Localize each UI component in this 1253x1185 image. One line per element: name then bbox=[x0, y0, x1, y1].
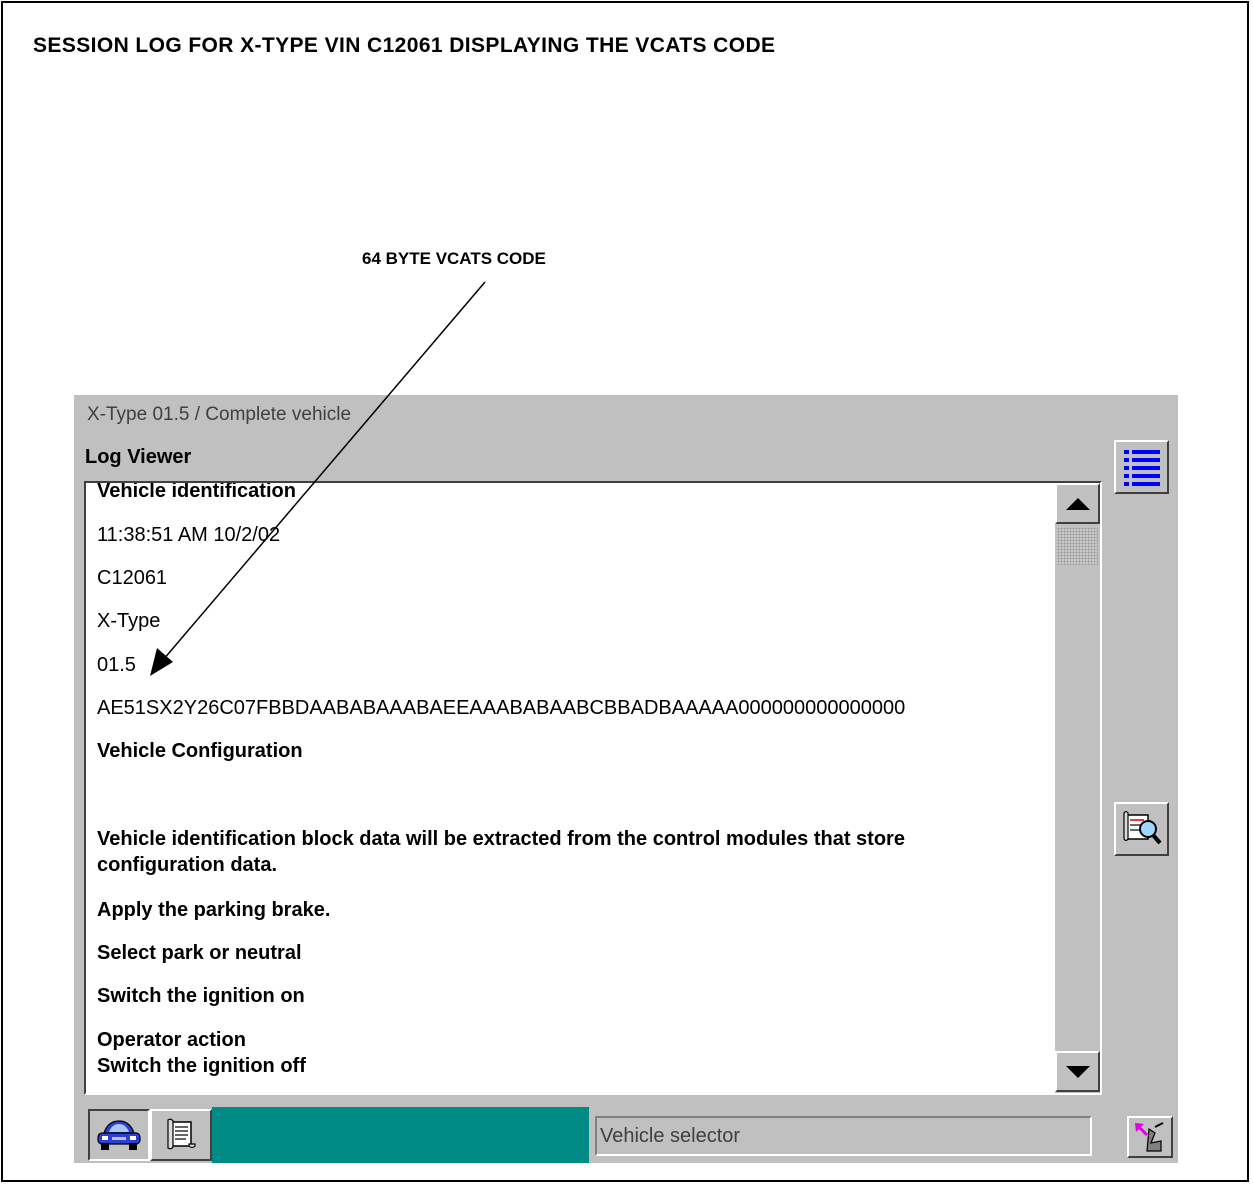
log-line: Select park or neutral bbox=[97, 942, 302, 964]
log-line: Operator action bbox=[97, 1029, 246, 1051]
list-view-button[interactable] bbox=[1114, 440, 1169, 494]
scroll-down-button[interactable] bbox=[1055, 1051, 1100, 1092]
list-icon bbox=[1121, 447, 1162, 487]
vertical-scrollbar[interactable] bbox=[1055, 483, 1100, 1093]
log-line: Switch the ignition off bbox=[97, 1055, 306, 1077]
panel-title: Log Viewer bbox=[85, 446, 192, 468]
log-line: 11:38:51 AM 10/2/02 bbox=[97, 524, 281, 546]
log-line: Vehicle identification bbox=[97, 481, 296, 502]
vcats-code: AE51SX2Y26C07FBBDAABABAAABAEEAAABABAABCB… bbox=[97, 697, 906, 719]
vehicle-tab[interactable] bbox=[88, 1109, 150, 1161]
arrow-up-icon bbox=[1065, 497, 1090, 510]
log-line: C12061 bbox=[97, 567, 168, 589]
log-line: Vehicle Configuration bbox=[97, 740, 303, 762]
document-title: SESSION LOG FOR X-TYPE VIN C12061 DISPLA… bbox=[33, 34, 776, 57]
log-line: Switch the ignition on bbox=[97, 985, 305, 1007]
taskbar-teal-area bbox=[212, 1107, 589, 1163]
log-line: 01.5 bbox=[97, 654, 136, 676]
log-viewer[interactable]: Vehicle identification 11:38:51 AM 10/2/… bbox=[84, 481, 1102, 1095]
diagnostic-app-window: X-Type 01.5 / Complete vehicle Log Viewe… bbox=[74, 395, 1178, 1163]
scroll-thumb[interactable] bbox=[1057, 527, 1098, 565]
log-line: X-Type bbox=[97, 610, 161, 632]
tool-button[interactable] bbox=[1127, 1116, 1173, 1158]
session-log-tab[interactable] bbox=[150, 1109, 212, 1161]
arrow-down-icon bbox=[1065, 1065, 1090, 1078]
tool-icon bbox=[1135, 1122, 1164, 1152]
log-line: Apply the parking brake. bbox=[97, 899, 331, 921]
log-search-icon bbox=[1122, 810, 1162, 845]
callout-label: 64 BYTE VCATS CODE bbox=[362, 249, 546, 268]
bottom-taskbar: Vehicle selector bbox=[74, 1107, 1178, 1163]
scroll-up-button[interactable] bbox=[1055, 483, 1100, 524]
scroll-icon bbox=[167, 1118, 196, 1150]
log-search-button[interactable] bbox=[1114, 802, 1169, 856]
log-line: Vehicle identification block data will b… bbox=[97, 828, 905, 876]
car-icon bbox=[97, 1120, 141, 1150]
status-field: Vehicle selector bbox=[595, 1116, 1092, 1156]
breadcrumb: X-Type 01.5 / Complete vehicle bbox=[87, 404, 352, 425]
